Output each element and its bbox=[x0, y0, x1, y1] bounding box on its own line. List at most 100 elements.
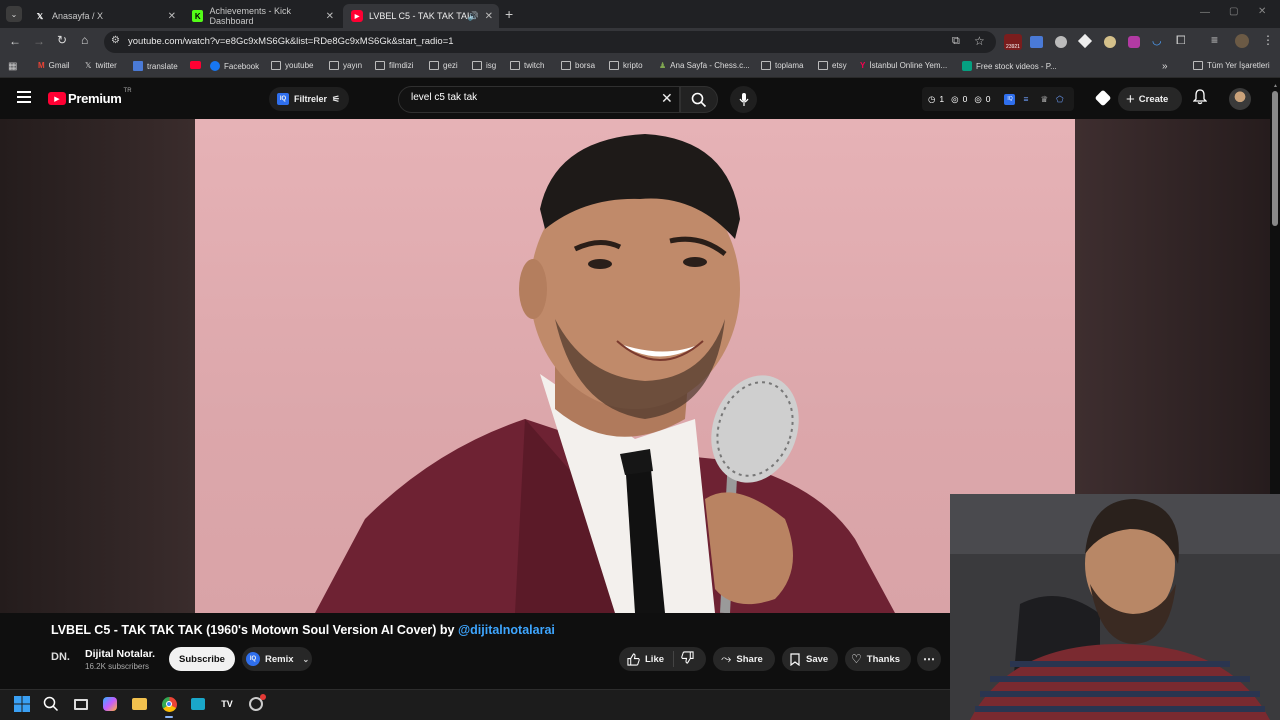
more-bookmarks-chevron-icon[interactable]: » bbox=[1162, 61, 1168, 72]
windows-start-icon[interactable] bbox=[13, 695, 31, 713]
back-icon[interactable]: ← bbox=[9, 34, 21, 48]
browser-menu-icon[interactable]: ⋮ bbox=[1262, 33, 1274, 47]
bookmark-facebook[interactable]: Facebook bbox=[210, 61, 259, 71]
bookmark-stock-videos[interactable]: Free stock videos - P... bbox=[962, 61, 1057, 71]
file-explorer-icon[interactable] bbox=[130, 695, 148, 713]
chrome-icon[interactable] bbox=[160, 695, 178, 718]
close-tab-icon[interactable]: ✕ bbox=[485, 11, 493, 22]
window-close[interactable]: ✕ bbox=[1258, 6, 1266, 17]
folder-icon bbox=[429, 61, 439, 70]
speaker-icon[interactable]: 🔊 bbox=[468, 11, 479, 22]
thanks-button[interactable]: ♡ Thanks bbox=[845, 647, 911, 671]
dislike-button[interactable] bbox=[674, 651, 694, 667]
translate-icon bbox=[133, 61, 143, 71]
install-icon[interactable]: ⧉ bbox=[952, 35, 960, 48]
clear-search-icon[interactable]: ✕ bbox=[661, 90, 673, 107]
eye-off-icon: ◎ bbox=[974, 93, 982, 104]
forward-icon[interactable]: → bbox=[33, 34, 45, 48]
ext-wave-icon[interactable]: ◡ bbox=[1152, 34, 1162, 47]
remote-desktop-icon[interactable] bbox=[189, 695, 207, 713]
bookmark-folder-filmdizi[interactable]: filmdizi bbox=[375, 61, 413, 70]
bookmark-folder-kripto[interactable]: kripto bbox=[609, 61, 643, 70]
url-text[interactable]: youtube.com/watch?v=e8Gc9xMS6Gk&list=RDe… bbox=[128, 36, 454, 47]
search-box[interactable]: ✕ bbox=[398, 86, 680, 113]
obs-icon[interactable] bbox=[247, 694, 266, 713]
tab-search-button[interactable]: ⌄ bbox=[6, 6, 22, 22]
extension-badge-icon[interactable]: 23921 bbox=[1004, 34, 1022, 50]
ext-purple-icon[interactable] bbox=[1128, 36, 1140, 48]
task-view-icon[interactable] bbox=[72, 695, 90, 713]
close-tab-icon[interactable]: ✕ bbox=[168, 11, 176, 22]
ext-circle-icon[interactable] bbox=[1055, 36, 1067, 48]
iq-icon[interactable]: IQ bbox=[1004, 93, 1016, 105]
tab-kick[interactable]: K Achievements - Kick Dashboard ✕ bbox=[184, 4, 340, 28]
bookmark-folder-isg[interactable]: isg bbox=[472, 61, 496, 70]
home-icon[interactable]: ⌂ bbox=[81, 33, 88, 47]
profile-avatar-icon[interactable] bbox=[1235, 34, 1249, 48]
search-input[interactable] bbox=[411, 92, 651, 103]
page-scrollbar[interactable]: ▲ bbox=[1270, 79, 1280, 494]
save-button[interactable]: Save bbox=[782, 647, 838, 671]
bookmark-twitter[interactable]: 𝕏twitter bbox=[85, 61, 117, 70]
search-button[interactable] bbox=[680, 86, 718, 113]
bookmark-star-icon[interactable]: ☆ bbox=[974, 34, 985, 48]
site-info-icon[interactable]: ⚙ bbox=[111, 35, 120, 46]
list-icon[interactable]: ≡ bbox=[1023, 94, 1028, 104]
trophy-icon[interactable]: ♕ bbox=[1040, 94, 1048, 105]
badge-icon[interactable]: ⬠ bbox=[1056, 94, 1063, 105]
bookmark-folder-gezi[interactable]: gezi bbox=[429, 61, 458, 70]
bookmark-folder-youtube[interactable]: youtube bbox=[271, 61, 313, 70]
tab-strip: ⌄ 𝕏 Anasayfa / X ✕ K Achievements - Kick… bbox=[0, 0, 1280, 28]
share-button[interactable]: ⤳ Share bbox=[713, 647, 775, 671]
bookmark-yemeksepeti[interactable]: Y İstanbul Online Yem... bbox=[860, 61, 947, 70]
close-tab-icon[interactable]: ✕ bbox=[326, 11, 334, 22]
channel-handle-link[interactable]: @dijitalnotalarai bbox=[458, 623, 555, 637]
subscribe-button[interactable]: Subscribe bbox=[169, 647, 235, 671]
window-minimize[interactable]: — bbox=[1200, 7, 1210, 18]
account-avatar[interactable] bbox=[1229, 88, 1251, 110]
media-controls-icon[interactable]: ≡ bbox=[1211, 33, 1218, 47]
notifications-bell-icon[interactable] bbox=[1192, 89, 1208, 109]
thumbs-up-icon bbox=[627, 652, 640, 666]
taskbar-search-icon[interactable] bbox=[42, 695, 60, 713]
window-maximize[interactable]: ▢ bbox=[1229, 6, 1238, 17]
bookmark-folder-toplama[interactable]: toplama bbox=[761, 61, 803, 70]
create-button[interactable]: + Create bbox=[1118, 87, 1182, 111]
extensions-puzzle-icon[interactable]: ⧠ bbox=[1176, 33, 1186, 48]
bookmark-folder-twitch[interactable]: twitch bbox=[510, 61, 544, 70]
bookmark-chess[interactable]: ♟ Ana Sayfa - Chess.c... bbox=[659, 61, 750, 70]
folder-icon bbox=[818, 61, 828, 70]
filters-button[interactable]: IQ Filtreler ⚟ bbox=[269, 87, 349, 111]
translate-ext-icon[interactable] bbox=[1030, 36, 1043, 48]
bookmark-translate[interactable]: translate bbox=[133, 61, 178, 71]
tab-x[interactable]: 𝕏 Anasayfa / X ✕ bbox=[26, 4, 182, 28]
like-button[interactable]: Like bbox=[619, 651, 674, 667]
channel-avatar[interactable]: DN. bbox=[51, 651, 77, 669]
bookmark-folder-yayin[interactable]: yayın bbox=[329, 61, 362, 70]
scrollbar-thumb[interactable] bbox=[1272, 91, 1278, 226]
tab-youtube[interactable]: ▶ LVBEL C5 - TAK TAK TAK (1960 🔊 ✕ bbox=[343, 4, 499, 28]
tradingview-icon[interactable]: TV bbox=[218, 695, 236, 713]
video-frame[interactable] bbox=[195, 119, 1075, 613]
youtube-logo[interactable]: ▶ Premium TR bbox=[48, 88, 132, 106]
remix-button[interactable]: IQ Remix ⌄ bbox=[242, 647, 312, 671]
all-bookmarks[interactable]: Tüm Yer İşaretleri bbox=[1193, 61, 1270, 70]
new-tab-button[interactable]: + bbox=[505, 6, 513, 22]
more-actions-button[interactable]: ⋯ bbox=[917, 647, 941, 671]
voice-search-button[interactable] bbox=[730, 86, 757, 113]
pexels-icon bbox=[962, 61, 972, 71]
bookmark-folder-borsa[interactable]: borsa bbox=[561, 61, 595, 70]
ext-circle2-icon[interactable] bbox=[1104, 36, 1116, 48]
video-title: LVBEL C5 - TAK TAK TAK (1960's Motown So… bbox=[51, 623, 555, 637]
copilot-icon[interactable] bbox=[101, 695, 119, 713]
reload-icon[interactable]: ↻ bbox=[57, 33, 67, 47]
bookmark-gmail[interactable]: M Gmail bbox=[38, 61, 70, 70]
singer-illustration bbox=[315, 134, 895, 613]
bookmark-folder-etsy[interactable]: etsy bbox=[818, 61, 847, 70]
share-icon: ⤳ bbox=[721, 651, 732, 666]
bookmark-youtube-icon[interactable] bbox=[190, 61, 201, 69]
guide-menu-icon[interactable] bbox=[17, 91, 31, 103]
address-bar[interactable]: ⚙ youtube.com/watch?v=e8Gc9xMS6Gk&list=R… bbox=[104, 31, 996, 53]
channel-name[interactable]: Dijital Notalar. bbox=[85, 648, 155, 660]
apps-grid-icon[interactable]: ▦ bbox=[8, 61, 17, 72]
